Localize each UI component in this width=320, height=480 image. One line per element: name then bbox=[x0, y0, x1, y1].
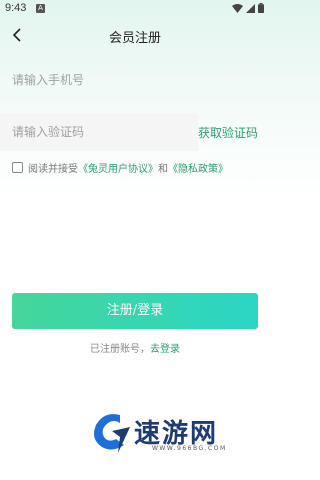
battery-icon bbox=[258, 3, 264, 13]
watermark-domain: WWW.966BG.COM bbox=[152, 445, 227, 452]
watermark-logo-icon bbox=[94, 414, 130, 453]
agreement-prefix: 阅读并接受 bbox=[28, 163, 78, 175]
phone-field[interactable] bbox=[12, 63, 258, 97]
status-time: 9:43 bbox=[5, 2, 27, 14]
signal-icon bbox=[246, 3, 255, 13]
get-code-button[interactable]: 获取验证码 bbox=[198, 124, 258, 141]
status-bar: 9:43 A bbox=[0, 0, 270, 18]
page-title: 会员注册 bbox=[108, 31, 161, 46]
privacy-policy-link[interactable]: 《隐私政策》 bbox=[168, 160, 228, 175]
user-agreement-link[interactable]: 《兔灵用户协议》 bbox=[78, 160, 158, 175]
code-field[interactable] bbox=[0, 113, 198, 151]
login-prompt: 已注册账号，去登录 bbox=[0, 340, 270, 355]
verification-code-row: 获取验证码 bbox=[0, 113, 270, 151]
login-prompt-text: 已注册账号， bbox=[90, 344, 150, 355]
code-input[interactable] bbox=[12, 113, 198, 151]
app-notification-icon: A bbox=[36, 4, 45, 13]
agreement-row: 阅读并接受 《兔灵用户协议》 和 《隐私政策》 bbox=[12, 160, 228, 175]
agreement-and: 和 bbox=[158, 163, 168, 175]
go-login-link[interactable]: 去登录 bbox=[150, 344, 180, 355]
nav-bar: 会员注册 bbox=[0, 22, 270, 50]
phone-input[interactable] bbox=[12, 63, 258, 97]
agreement-checkbox[interactable] bbox=[12, 161, 23, 173]
status-indicators bbox=[232, 3, 264, 13]
watermark: 速游网 WWW.966BG.COM bbox=[90, 405, 250, 465]
wifi-icon bbox=[232, 3, 243, 13]
register-login-button[interactable]: 注册/登录 bbox=[12, 293, 258, 329]
